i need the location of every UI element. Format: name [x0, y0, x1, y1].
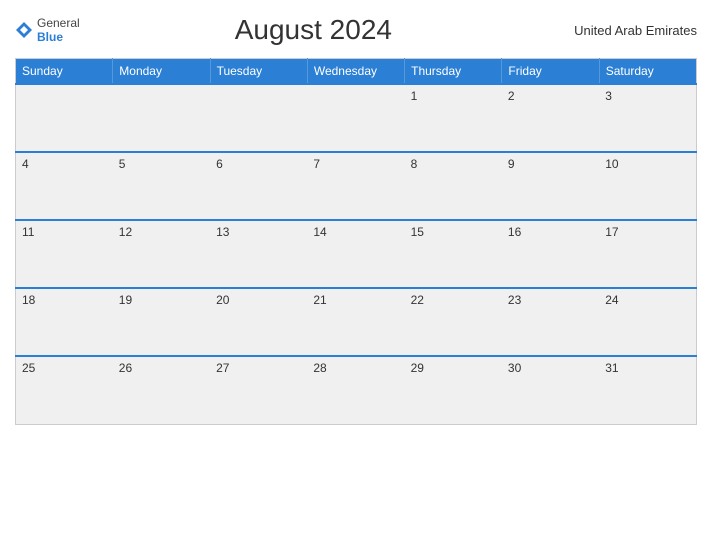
- week-row-3: 18 19 20 21 22 23 24: [16, 288, 697, 356]
- day-cell: 24: [599, 288, 696, 356]
- day-cell: 5: [113, 152, 210, 220]
- day-cell: 30: [502, 356, 599, 424]
- day-cell: 19: [113, 288, 210, 356]
- header-tuesday: Tuesday: [210, 59, 307, 85]
- week-row-1: 4 5 6 7 8 9 10: [16, 152, 697, 220]
- logo-blue: Blue: [37, 30, 80, 44]
- day-number: 19: [119, 293, 132, 307]
- header-sunday: Sunday: [16, 59, 113, 85]
- day-cell: 3: [599, 84, 696, 152]
- day-number: 7: [313, 157, 320, 171]
- day-number: 1: [411, 89, 418, 103]
- day-number: 18: [22, 293, 35, 307]
- calendar-table: Sunday Monday Tuesday Wednesday Thursday…: [15, 58, 697, 425]
- logo-icon: [15, 21, 33, 39]
- day-cell: 7: [307, 152, 404, 220]
- month-title: August 2024: [80, 14, 547, 46]
- header-friday: Friday: [502, 59, 599, 85]
- day-cell: 22: [405, 288, 502, 356]
- day-cell: 28: [307, 356, 404, 424]
- day-cell: 12: [113, 220, 210, 288]
- day-cell: 11: [16, 220, 113, 288]
- day-number: 20: [216, 293, 229, 307]
- day-cell: [210, 84, 307, 152]
- day-number: 2: [508, 89, 515, 103]
- day-cell: 18: [16, 288, 113, 356]
- day-cell: [307, 84, 404, 152]
- day-cell: 29: [405, 356, 502, 424]
- day-cell: 10: [599, 152, 696, 220]
- logo: General Blue: [15, 16, 80, 45]
- country-label: United Arab Emirates: [547, 23, 697, 38]
- day-cell: [16, 84, 113, 152]
- day-cell: 25: [16, 356, 113, 424]
- day-number: 31: [605, 361, 618, 375]
- day-cell: 4: [16, 152, 113, 220]
- day-number: 4: [22, 157, 29, 171]
- day-number: 6: [216, 157, 223, 171]
- day-number: 24: [605, 293, 618, 307]
- logo-general: General: [37, 16, 80, 30]
- day-number: 30: [508, 361, 521, 375]
- day-cell: 27: [210, 356, 307, 424]
- week-row-2: 11 12 13 14 15 16 17: [16, 220, 697, 288]
- day-cell: 23: [502, 288, 599, 356]
- header-saturday: Saturday: [599, 59, 696, 85]
- day-number: 12: [119, 225, 132, 239]
- calendar-body: 1234567891011121314151617181920212223242…: [16, 84, 697, 424]
- day-number: 25: [22, 361, 35, 375]
- day-number: 27: [216, 361, 229, 375]
- calendar-page: General Blue August 2024 United Arab Emi…: [0, 0, 712, 550]
- week-row-0: 1 2 3: [16, 84, 697, 152]
- day-number: 15: [411, 225, 424, 239]
- day-cell: 13: [210, 220, 307, 288]
- day-number: 14: [313, 225, 326, 239]
- day-cell: 31: [599, 356, 696, 424]
- day-number: 16: [508, 225, 521, 239]
- day-cell: 21: [307, 288, 404, 356]
- day-number: 26: [119, 361, 132, 375]
- day-number: 11: [22, 225, 34, 239]
- day-cell: 15: [405, 220, 502, 288]
- day-number: 29: [411, 361, 424, 375]
- day-cell: 2: [502, 84, 599, 152]
- day-number: 9: [508, 157, 515, 171]
- day-cell: [113, 84, 210, 152]
- day-number: 5: [119, 157, 126, 171]
- day-cell: 26: [113, 356, 210, 424]
- day-number: 22: [411, 293, 424, 307]
- day-cell: 1: [405, 84, 502, 152]
- day-cell: 9: [502, 152, 599, 220]
- day-number: 21: [313, 293, 326, 307]
- day-cell: 17: [599, 220, 696, 288]
- day-cell: 16: [502, 220, 599, 288]
- header-wednesday: Wednesday: [307, 59, 404, 85]
- day-cell: 8: [405, 152, 502, 220]
- day-number: 10: [605, 157, 618, 171]
- day-cell: 14: [307, 220, 404, 288]
- header-monday: Monday: [113, 59, 210, 85]
- day-number: 17: [605, 225, 618, 239]
- week-row-4: 25 26 27 28 29 30 31: [16, 356, 697, 424]
- day-number: 13: [216, 225, 229, 239]
- day-number: 28: [313, 361, 326, 375]
- day-number: 23: [508, 293, 521, 307]
- day-cell: 6: [210, 152, 307, 220]
- weekday-header-row: Sunday Monday Tuesday Wednesday Thursday…: [16, 59, 697, 85]
- header-thursday: Thursday: [405, 59, 502, 85]
- calendar-header: General Blue August 2024 United Arab Emi…: [15, 10, 697, 50]
- day-cell: 20: [210, 288, 307, 356]
- logo-text: General Blue: [37, 16, 80, 45]
- day-number: 8: [411, 157, 418, 171]
- day-number: 3: [605, 89, 612, 103]
